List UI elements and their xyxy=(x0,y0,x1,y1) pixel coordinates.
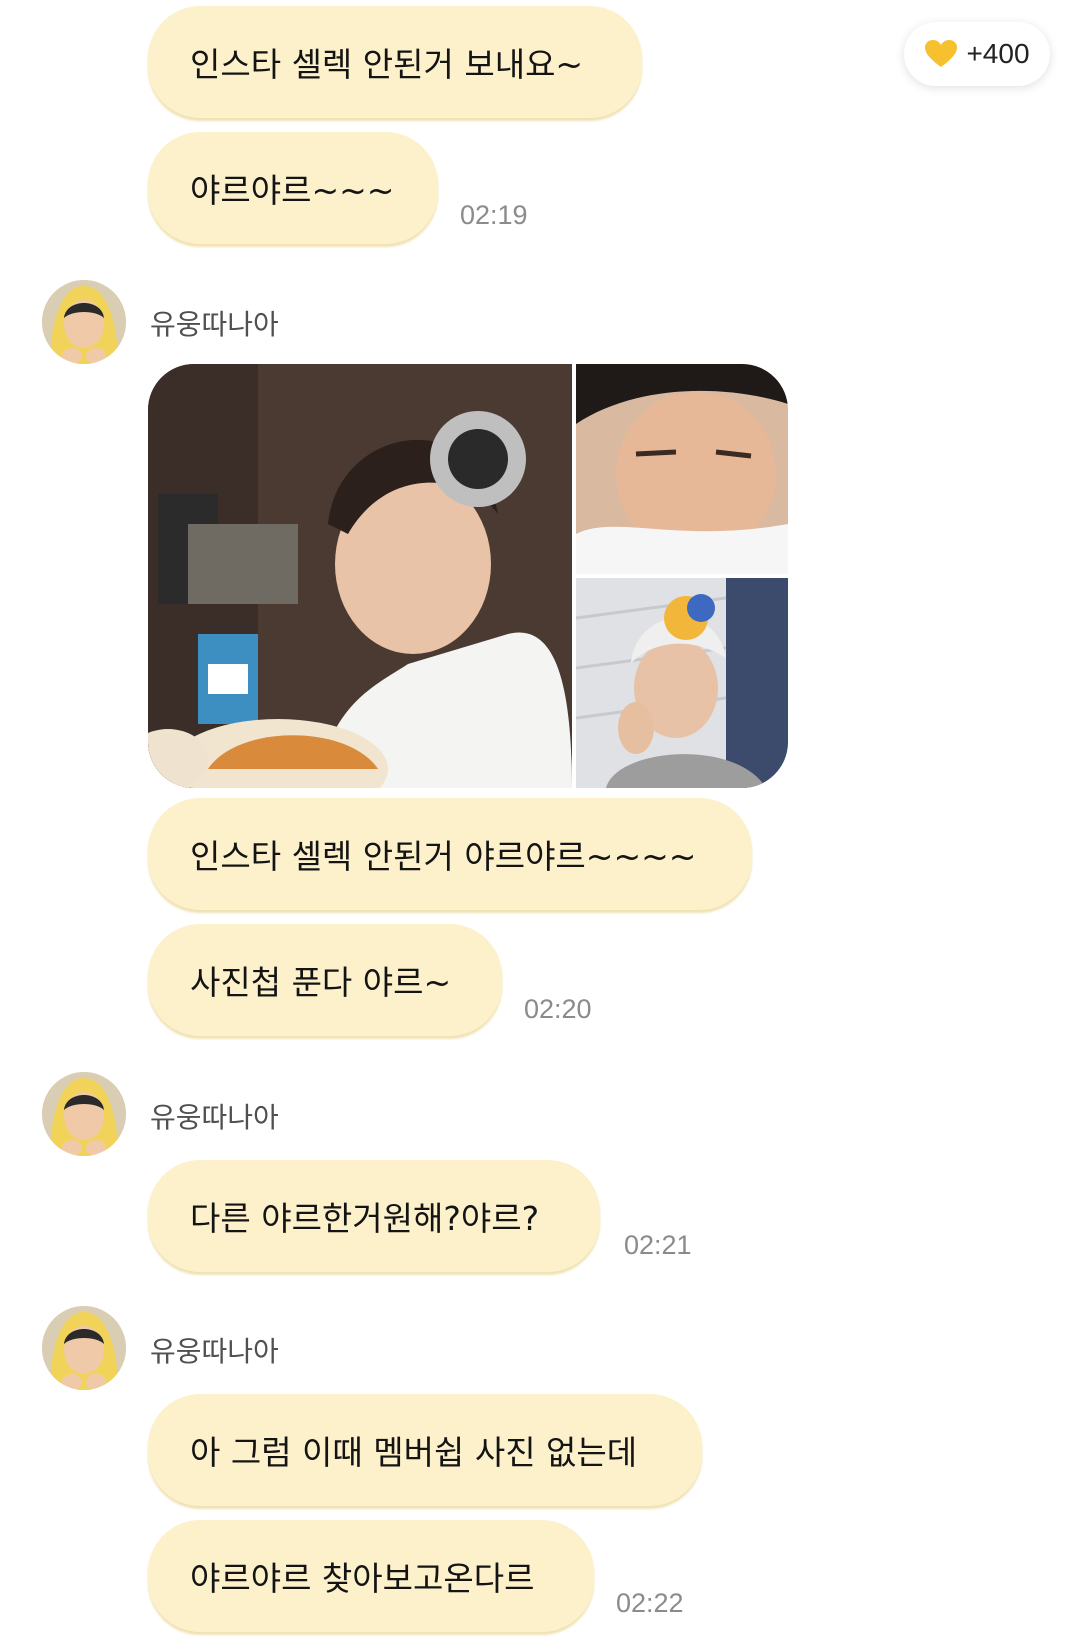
photo-album[interactable] xyxy=(148,364,788,788)
message-text: 다른 야르한거원해?야르? xyxy=(190,1199,540,1238)
sender-name: 유웅따나아 xyxy=(150,1101,279,1134)
message-text: 인스타 셀렉 안된거 보내요~ xyxy=(190,45,584,84)
avatar[interactable] xyxy=(42,1072,126,1156)
avatar-image xyxy=(42,1306,126,1390)
message-text: 야르야르~~~ xyxy=(190,171,395,210)
avatar[interactable] xyxy=(42,280,126,364)
message-bubble[interactable]: 야르야르~~~ xyxy=(148,132,438,244)
message-timestamp: 02:19 xyxy=(460,200,528,230)
message-bubble[interactable]: 사진첩 푼다 야르~ xyxy=(148,924,502,1036)
message-text: 아 그럼 이때 멤버쉽 사진 없는데 xyxy=(190,1433,638,1472)
points-count: +400 xyxy=(966,38,1030,69)
message-text: 야르야르 찾아보고온다르 xyxy=(190,1559,535,1598)
photo-bottom-right[interactable] xyxy=(576,578,788,788)
message-bubble[interactable]: 아 그럼 이때 멤버쉽 사진 없는데 xyxy=(148,1394,702,1506)
photo-main[interactable] xyxy=(148,364,572,788)
photo-selfie-headphones xyxy=(148,364,572,788)
message-timestamp: 02:22 xyxy=(616,1588,684,1618)
points-badge[interactable]: +400 xyxy=(904,22,1050,86)
avatar-image xyxy=(42,1072,126,1156)
message-bubble[interactable]: 야르야르 찾아보고온다르 xyxy=(148,1520,594,1632)
message-timestamp: 02:21 xyxy=(624,1230,692,1260)
photo-top-right[interactable] xyxy=(576,364,788,574)
photo-selfie-beanie xyxy=(576,578,788,788)
message-text: 인스타 셀렉 안된거 야르야르~~~~ xyxy=(190,837,697,876)
message-text: 사진첩 푼다 야르~ xyxy=(190,963,452,1002)
sender-name: 유웅따나아 xyxy=(150,1335,279,1368)
message-bubble[interactable]: 다른 야르한거원해?야르? xyxy=(148,1160,600,1272)
message-bubble[interactable]: 인스타 셀렉 안된거 야르야르~~~~ xyxy=(148,798,752,910)
avatar-image xyxy=(42,280,126,364)
message-bubble[interactable]: 인스타 셀렉 안된거 보내요~ xyxy=(148,6,642,118)
sender-name: 유웅따나아 xyxy=(150,308,279,341)
message-timestamp: 02:20 xyxy=(524,994,592,1024)
avatar[interactable] xyxy=(42,1306,126,1390)
photo-selfie-closeup xyxy=(576,364,788,574)
heart-icon xyxy=(925,40,958,67)
